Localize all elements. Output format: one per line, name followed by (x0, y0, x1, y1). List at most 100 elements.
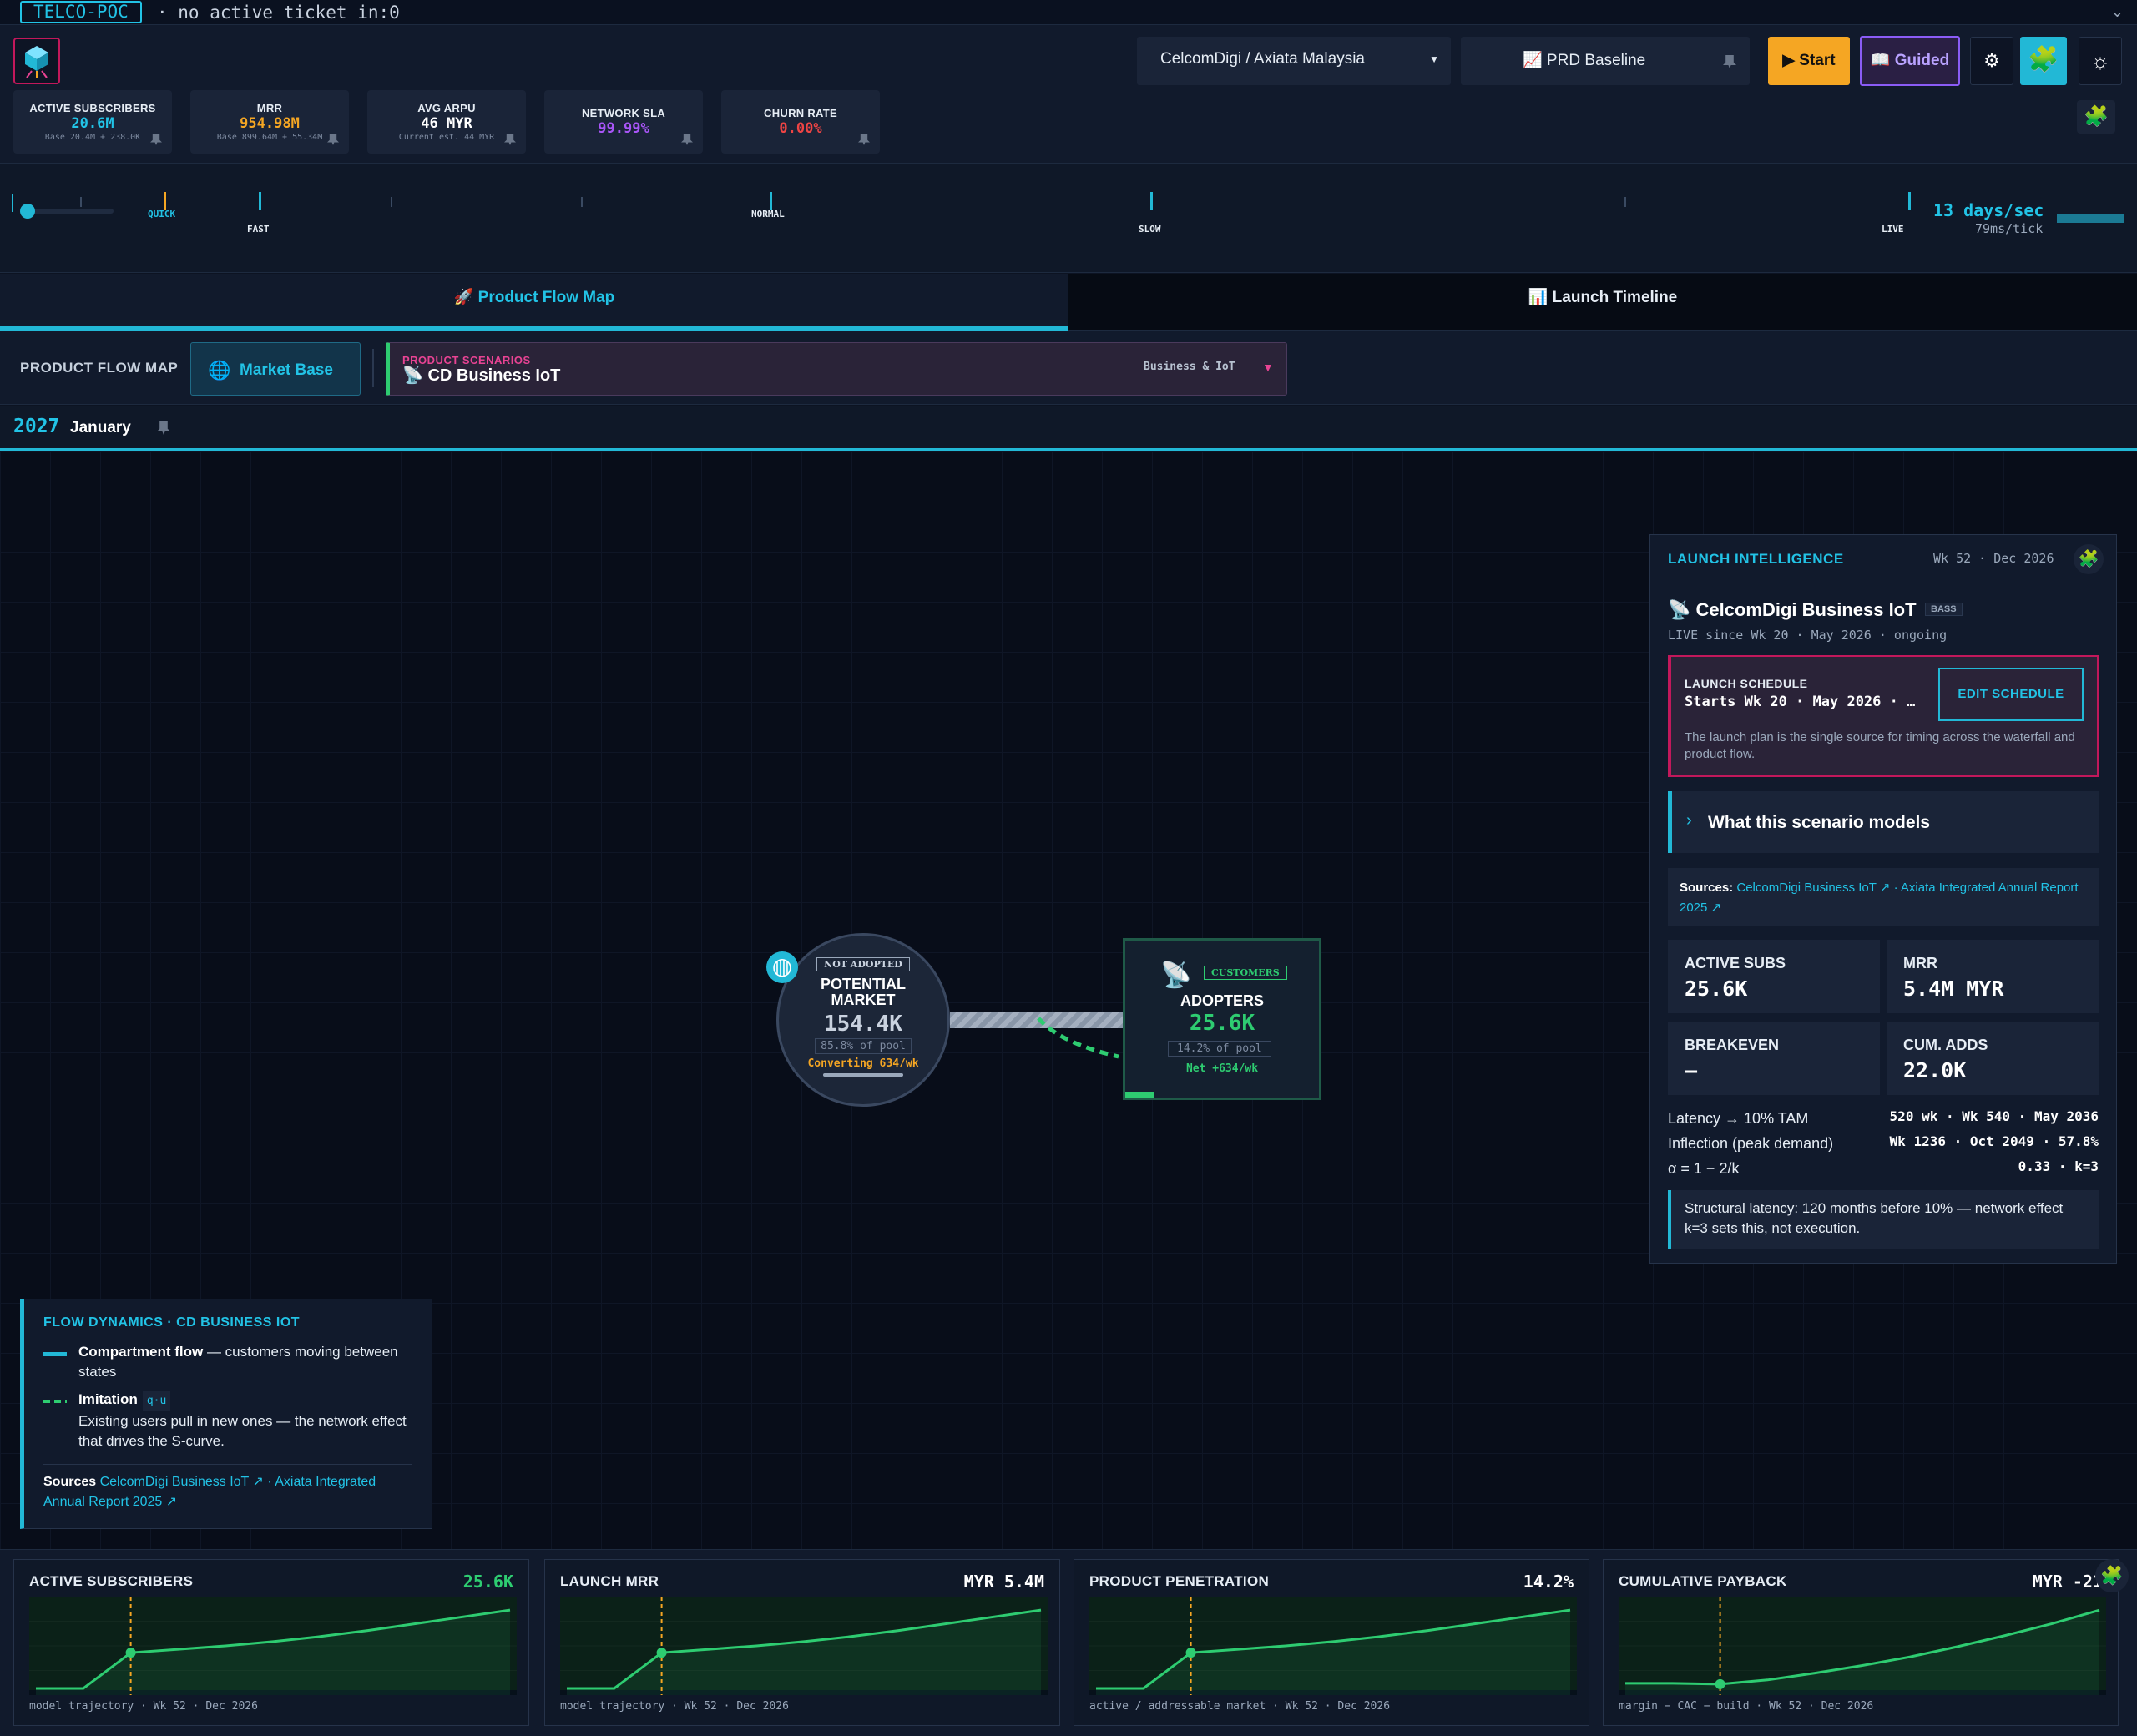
chart-caption: model trajectory · Wk 52 · Dec 2026 (29, 1700, 258, 1713)
guided-button[interactable]: 📖 Guided (1860, 36, 1960, 86)
chart-plot (29, 1597, 517, 1695)
kpi-value: 0.00% (779, 120, 822, 137)
speed-label-live[interactable]: LIVE (1882, 224, 1904, 235)
sun-icon[interactable]: ☼ (2079, 37, 2122, 85)
chart-card-product-penetration[interactable]: PRODUCT PENETRATION 14.2% active / addre… (1074, 1559, 1589, 1726)
chart-title: LAUNCH MRR (560, 1573, 659, 1589)
stat-value: 25.6K (1685, 976, 1748, 1001)
node-count: 25.6K (1189, 1011, 1255, 1036)
stat-active-subs: ACTIVE SUBS 25.6K (1668, 940, 1880, 1013)
node-progress-bar (823, 1073, 903, 1077)
scenario-name: 📡 CD Business IoT (402, 366, 561, 385)
chart-point (656, 1648, 667, 1658)
start-button[interactable]: ▶ Start (1768, 37, 1850, 85)
edit-schedule-button[interactable]: EDIT SCHEDULE (1938, 668, 2084, 721)
node-converting-rate: Converting 634/wk (807, 1057, 919, 1070)
chart-caption: active / addressable market · Wk 52 · De… (1089, 1700, 1391, 1713)
node-badge: CUSTOMERS (1204, 966, 1287, 980)
node-pool-share: 14.2% of pool (1168, 1041, 1271, 1057)
chart-title: CUMULATIVE PAYBACK (1619, 1573, 1787, 1589)
market-base-label: Market Base (240, 361, 333, 379)
speed-label-quick[interactable]: QUICK (148, 209, 175, 220)
caret-down-icon[interactable]: ▼ (1262, 361, 1274, 374)
stat-label: CUM. ADDS (1903, 1037, 1988, 1053)
panel-title: LAUNCH INTELLIGENCE (1668, 551, 1844, 567)
speed-tick-quick (164, 192, 166, 210)
satellite-dish-icon: 📡 (1160, 961, 1192, 989)
date-month: January (70, 419, 131, 437)
puzzle-icon[interactable]: 🧩 (2020, 37, 2067, 85)
node-count: 154.4K (824, 1012, 902, 1037)
legend-dashed-line (43, 1400, 67, 1403)
speed-tick (80, 197, 82, 207)
stat-mrr: MRR 5.4M MYR (1887, 940, 2099, 1013)
cube-icon (25, 46, 48, 78)
kpi-sub: Base 899.64M + 55.34M (216, 133, 323, 142)
chart-caption: model trajectory · Wk 52 · Dec 2026 (560, 1700, 789, 1713)
node-net-rate: Net +634/wk (1185, 1062, 1259, 1075)
date-bar (0, 406, 2137, 451)
chevron-down-icon[interactable]: ⌄ (2111, 3, 2124, 21)
legend-imitation-text: Existing users pull in new ones — the ne… (78, 1413, 407, 1449)
product-tag: BASS (1925, 603, 1963, 616)
legend-imitation-tag: q·u (142, 1391, 171, 1411)
speed-tick (581, 197, 583, 207)
puzzle-icon[interactable]: 🧩 (2077, 100, 2115, 134)
speed-tick-fast (259, 192, 261, 210)
sources-link-text[interactable]: CelcomDigi Business IoT ↗ · Axiata Integ… (1680, 881, 2079, 915)
baseline-label: 📈 PRD Baseline (1523, 52, 1646, 69)
speed-tick-slow (1150, 192, 1153, 210)
legend-imitation-item: Imitation q·u Existing users pull in new … (78, 1390, 429, 1451)
tab-launch-timeline[interactable]: 📊 Launch Timeline (1068, 274, 2137, 331)
kpi-value: 99.99% (598, 120, 649, 137)
kpi-network-sla: NETWORK SLA 99.99% (544, 90, 703, 154)
kpi-label: AVG ARPU (417, 102, 476, 114)
puzzle-icon[interactable]: 🧩 (2095, 1559, 2129, 1592)
kpi-churn-rate: CHURN RATE 0.00% (721, 90, 880, 154)
puzzle-icon[interactable]: 🧩 (2074, 544, 2104, 574)
chart-card-cumulative-payback[interactable]: CUMULATIVE PAYBACK MYR -21 margin − CAC … (1603, 1559, 2119, 1726)
schedule-kicker: LAUNCH SCHEDULE (1685, 677, 1808, 690)
legend-sources[interactable]: Sources CelcomDigi Business IoT ↗ · Axia… (43, 1472, 419, 1512)
speed-tick-normal (770, 192, 772, 210)
stat-value: — (1685, 1058, 1698, 1082)
speed-bar (0, 164, 2137, 273)
date-year: 2027 (13, 416, 60, 437)
tab-product-flow-map[interactable]: 🚀 Product Flow Map (0, 274, 1068, 331)
kpi-value: 46 MYR (421, 115, 472, 132)
gear-icon[interactable]: ⚙ (1970, 37, 2013, 85)
legend-flow-item: Compartment flow — customers moving betw… (78, 1342, 429, 1382)
globe-icon: ◍ (766, 951, 798, 983)
speed-label-slow[interactable]: SLOW (1139, 224, 1161, 235)
expander-title[interactable]: What this scenario models (1708, 813, 1930, 833)
stat-label: MRR (1903, 955, 1937, 971)
speed-slider-thumb[interactable] (20, 204, 35, 219)
brand-tag[interactable]: TELCO-POC (20, 1, 142, 23)
schedule-note: The launch plan is the single source for… (1685, 730, 2075, 761)
sources-links[interactable]: Sources: CelcomDigi Business IoT ↗ · Axi… (1680, 878, 2094, 918)
metric-label: Latency → 10% TAM (1668, 1110, 1809, 1127)
panel-week: Wk 52 · Dec 2026 (1933, 551, 2054, 566)
scenario-category: Business & IoT (1144, 361, 1235, 373)
metric-label: α = 1 − 2/k (1668, 1160, 1740, 1177)
speed-label-fast[interactable]: FAST (247, 224, 270, 235)
chart-card-launch-mrr[interactable]: LAUNCH MRR MYR 5.4M model trajectory · W… (544, 1559, 1060, 1726)
app-logo[interactable] (13, 38, 60, 84)
chevron-right-icon[interactable]: › (1686, 811, 1692, 830)
chart-headline: 25.6K (462, 1572, 513, 1592)
speed-label-normal[interactable]: NORMAL (751, 209, 785, 220)
market-select[interactable]: CelcomDigi / Axiata Malaysia ▼ (1137, 37, 1451, 85)
node-adopters[interactable]: 📡 CUSTOMERS ADOPTERS 25.6K 14.2% of pool… (1123, 938, 1321, 1100)
legend-sources-label: Sources (43, 1475, 97, 1489)
node-potential-market[interactable]: NOT ADOPTED POTENTIAL MARKET 154.4K 85.8%… (776, 933, 950, 1107)
stat-breakeven: BREAKEVEN — (1668, 1022, 1880, 1095)
legend-imitation-bold: Imitation (78, 1391, 138, 1407)
kpi-avg-arpu: AVG ARPU 46 MYR Current est. 44 MYR (367, 90, 526, 154)
metric-label: Inflection (peak demand) (1668, 1135, 1834, 1152)
market-base-button[interactable]: 🌐 Market Base (190, 342, 361, 396)
baseline-button[interactable]: 📈 PRD Baseline (1461, 37, 1750, 85)
chart-card-active-subscribers[interactable]: ACTIVE SUBSCRIBERS 25.6K model trajector… (13, 1559, 529, 1726)
metric-value: 520 wk · Wk 540 · May 2036 (1889, 1108, 2099, 1124)
chart-title: ACTIVE SUBSCRIBERS (29, 1573, 194, 1589)
node-badge: NOT ADOPTED (816, 957, 910, 971)
